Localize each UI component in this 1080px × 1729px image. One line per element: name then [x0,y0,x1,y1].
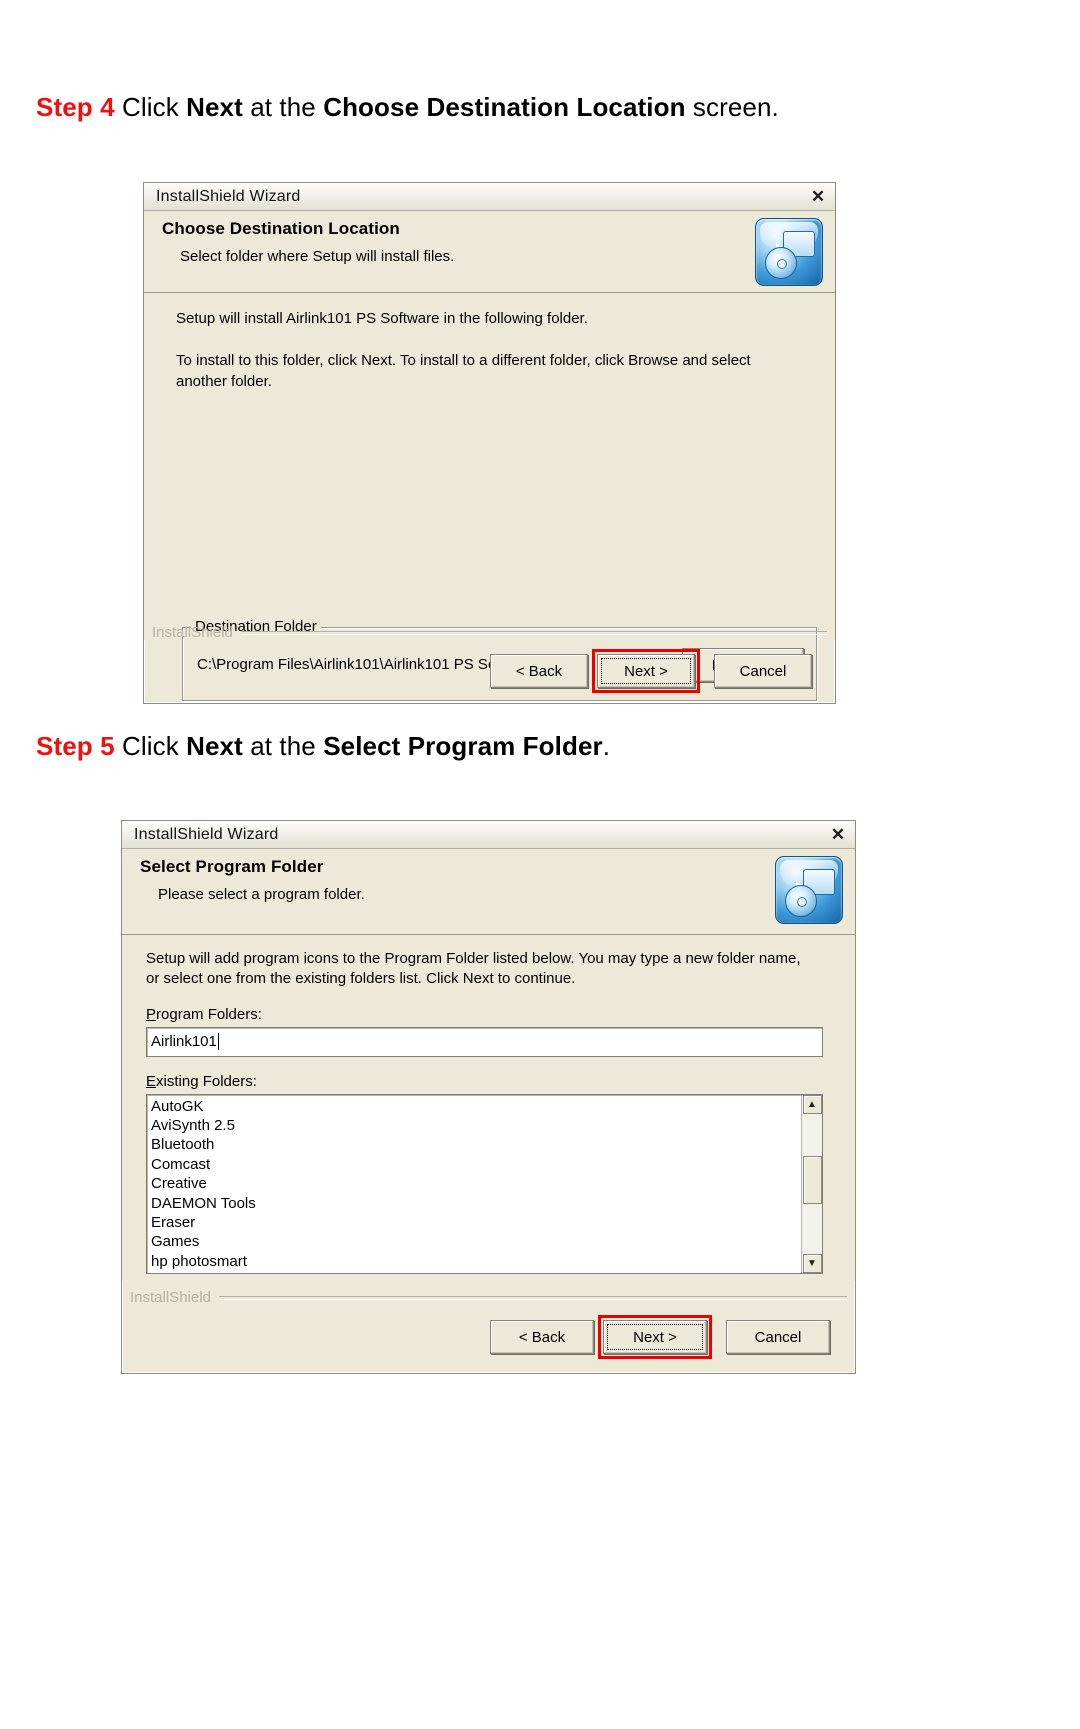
cancel-button-label: Cancel [739,662,787,680]
program-folders-input[interactable]: Airlink101 [146,1026,823,1057]
scrollbar-track[interactable] [802,1114,822,1254]
install-instructions-paragraph: To install to this folder, click Next. T… [176,352,751,390]
install-folder-paragraph: Setup will install Airlink101 PS Softwar… [176,310,588,327]
step-5-text-after: . [602,731,611,761]
footer-divider [240,630,827,635]
next-button-highlight: Next > [598,1315,712,1359]
program-folders-value: Airlink101 [151,1033,217,1050]
step-4-label: Step 4 [36,92,115,122]
step-4-target: Choose Destination Location [323,92,686,122]
program-folders-label: Program Folders: [146,1005,262,1023]
next-button-label: Next > [624,662,668,680]
listbox-scrollbar[interactable]: ▲ ▼ [801,1094,822,1273]
close-icon[interactable]: ✕ [827,825,849,845]
back-button[interactable]: < Back [490,654,588,688]
dialog-header-title: Select Program Folder [140,857,324,876]
destination-path-value: C:\Program Files\Airlink101\Airlink101 P… [197,656,538,673]
cancel-button[interactable]: Cancel [714,654,812,688]
step-4-text-before: Click [114,92,187,122]
text-caret [217,1033,219,1050]
installshield-brand: InstallShield [130,1289,211,1306]
next-button[interactable]: Next > [603,1320,707,1354]
list-item[interactable]: DAEMON Tools [151,1194,822,1213]
dialog-title: InstallShield Wizard [134,825,279,843]
back-button[interactable]: < Back [490,1320,594,1354]
scrollbar-thumb[interactable] [802,1155,822,1204]
existing-folders-label: Existing Folders: [146,1072,257,1090]
back-button-label: < Back [518,1328,566,1346]
list-item[interactable]: Comcast [151,1155,822,1174]
step-5-text-before: Click [114,731,187,761]
close-icon[interactable]: ✕ [807,187,829,207]
installer-wizard-icon [775,856,843,924]
dialog-header-title: Choose Destination Location [162,219,400,238]
dialog-titlebar: InstallShield Wizard ✕ [122,821,855,849]
step-5-label: Step 5 [36,731,115,761]
select-program-folder-dialog: InstallShield Wizard ✕ Select Program Fo… [121,820,856,1374]
dialog-header-subtitle: Please select a program folder. [158,886,365,903]
program-folders-label-rest: rogram Folders: [156,1005,262,1023]
step-4-text-middle: at the [242,92,324,122]
dialog-button-row: < Back Next > Cancel [490,1315,830,1359]
dialog-body: Setup will add program icons to the Prog… [122,935,855,1281]
existing-folders-list: AutoGK AviSynth 2.5 Bluetooth Comcast Cr… [147,1095,822,1272]
cancel-button[interactable]: Cancel [726,1320,830,1354]
step-4-text-after: screen. [685,92,779,122]
next-button-highlight: Next > [592,649,700,693]
dialog-header: Choose Destination Location Select folde… [144,211,835,293]
cancel-button-label: Cancel [754,1328,802,1346]
dialog-header: Select Program Folder Please select a pr… [122,849,855,935]
next-button[interactable]: Next > [597,654,695,688]
scroll-down-icon[interactable]: ▼ [802,1253,822,1273]
scroll-up-icon[interactable]: ▲ [802,1094,822,1114]
installshield-footer: InstallShield [152,624,827,641]
step-5-action: Next [186,731,243,761]
step-5-heading: Step 5 Click Next at the Select Program … [36,731,610,762]
footer-divider [218,1295,847,1300]
dialog-button-row: < Back Next > Cancel [490,649,812,693]
list-item[interactable]: AviSynth 2.5 [151,1116,822,1135]
installer-wizard-icon [755,218,823,286]
list-item[interactable]: Eraser [151,1213,822,1232]
back-button-label: < Back [515,662,563,680]
list-item[interactable]: hp photosmart [151,1252,822,1271]
step-5-target: Select Program Folder [323,731,603,761]
step-4-action: Next [186,92,243,122]
step-4-heading: Step 4 Click Next at the Choose Destinat… [36,92,779,123]
list-item[interactable]: AutoGK [151,1097,822,1116]
installshield-footer: InstallShield [130,1289,847,1306]
installshield-brand: InstallShield [152,624,233,641]
list-item[interactable]: Games [151,1232,822,1251]
program-folder-instructions: Setup will add program icons to the Prog… [146,950,801,988]
dialog-header-subtitle: Select folder where Setup will install f… [180,248,455,265]
list-item[interactable]: Bluetooth [151,1135,822,1154]
existing-folders-listbox[interactable]: AutoGK AviSynth 2.5 Bluetooth Comcast Cr… [146,1093,823,1274]
dialog-body: Setup will install Airlink101 PS Softwar… [144,293,835,701]
choose-destination-location-dialog: InstallShield Wizard ✕ Choose Destinatio… [143,182,836,704]
step-5-text-middle: at the [242,731,324,761]
existing-folders-label-rest: xisting Folders: [156,1072,257,1090]
list-item[interactable]: Creative [151,1174,822,1193]
dialog-title: InstallShield Wizard [156,187,301,205]
next-button-label: Next > [633,1328,677,1346]
dialog-titlebar: InstallShield Wizard ✕ [144,183,835,211]
